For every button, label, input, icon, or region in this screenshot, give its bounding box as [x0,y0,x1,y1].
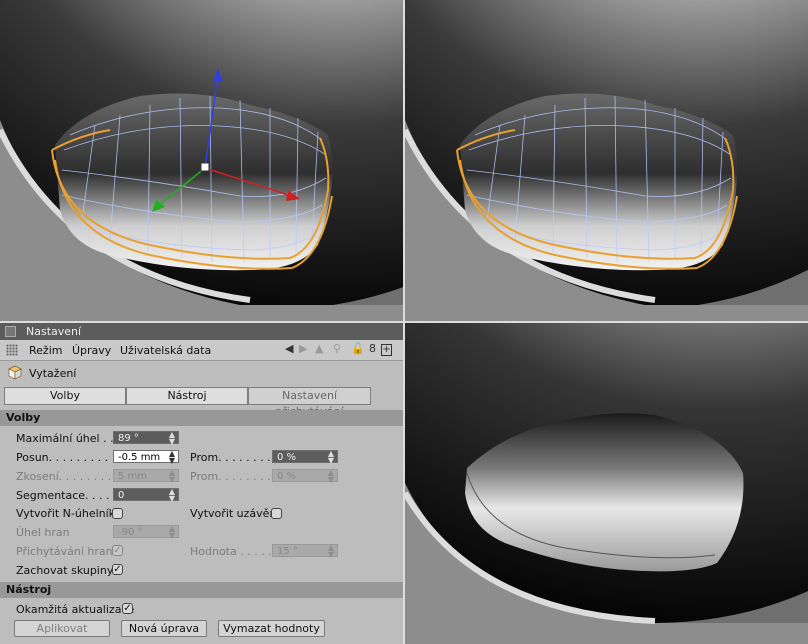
create-ngons-checkbox[interactable] [112,508,123,519]
attribute-manager-panel: Nastavení Režim Úpravy Uživatelská data … [0,323,403,644]
menu-mode[interactable]: Režim [29,344,62,357]
offset-field[interactable]: -0.5 mm ▲ ▼ [113,450,179,465]
viewport-extrude-selection[interactable] [405,0,808,321]
offset-variation-label: Prom. . . . . . . . . [190,451,278,464]
bevel-variation-value: 0 % [277,471,297,482]
snap-value-value: 15 ° [277,546,298,557]
section-tool-header[interactable]: Nástroj [0,582,403,598]
menu-user-data[interactable]: Uživatelská data [120,344,211,357]
object-header: Vytažení [0,361,403,385]
spinner-icon[interactable]: ▲ ▼ [169,450,175,465]
tab-bar: Volby Nástroj Nastavení přichytávání [4,387,371,418]
offset-label: Posun. . . . . . . . . [16,451,109,464]
bevel-value: 5 mm [118,471,148,482]
max-angle-field[interactable]: 89 ° ▲ ▼ [113,431,179,446]
spinner-icon[interactable]: ▲ ▼ [328,469,334,484]
viewport-render-result[interactable] [405,323,808,644]
max-angle-value: 89 ° [118,433,139,444]
new-panel-icon[interactable]: + [381,344,392,356]
lock-icon[interactable]: 🔓 [351,342,365,355]
object-name: Vytažení [29,367,77,380]
edge-snapping-label: Přichytávání hran [16,545,113,558]
arrow-up-icon[interactable]: ▲ [315,342,323,355]
edge-angle-label: Úhel hran [16,526,70,539]
section-options-title: Volby [6,411,41,424]
panel-menubar: Režim Úpravy Uživatelská data ◀ ▶ ▲ ⚲ 🔓 … [0,340,403,361]
edge-angle-field[interactable]: -90 ° ▲ ▼ [113,525,179,540]
section-options-header[interactable]: Volby [0,410,403,426]
arrow-left-icon[interactable]: ◀ [285,342,293,355]
panel-title: Nastavení [26,325,82,338]
apply-button[interactable]: Aplikovat [14,620,110,637]
panel-titlebar: Nastavení [0,323,403,340]
link-icon[interactable]: 8 [369,342,376,355]
create-caps-label: Vytvořit uzávěry [190,507,281,520]
section-tool-title: Nástroj [6,583,52,596]
snap-value-field[interactable]: 15 ° ▲ ▼ [272,544,338,559]
grip-handle-icon[interactable] [6,344,18,356]
nav-icons: ◀ ▶ ▲ ⚲ 🔓 8 + [285,342,401,358]
max-angle-label: Maximální úhel . . [16,432,114,445]
bevel-label: Zkosení. . . . . . . . [16,470,112,483]
realtime-update-checkbox[interactable]: ✓ [122,603,133,614]
offset-variation-field[interactable]: 0 % ▲ ▼ [272,450,338,465]
spinner-icon[interactable]: ▲ ▼ [169,469,175,484]
subdivision-label: Segmentace. . . . . [16,489,117,502]
menu-edit[interactable]: Úpravy [72,344,111,357]
new-transform-button[interactable]: Nová úprava [121,620,207,637]
spinner-icon[interactable]: ▲ ▼ [169,488,175,503]
create-ngons-label: Vytvořit N-úhelníky [16,507,122,520]
preserve-groups-label: Zachovat skupiny [16,564,114,577]
arrow-right-icon[interactable]: ▶ [299,342,307,355]
spinner-icon[interactable]: ▲ ▼ [328,544,334,559]
preserve-groups-checkbox[interactable]: ✓ [112,564,123,575]
viewport-extrude-gizmo[interactable] [0,0,403,321]
spinner-icon[interactable]: ▲ ▼ [169,525,175,540]
subdivision-value: 0 [118,490,125,501]
edge-snapping-checkbox[interactable]: ✓ [112,545,123,556]
extrude-cube-icon [8,365,22,380]
offset-value: -0.5 mm [118,452,161,463]
spinner-icon[interactable]: ▲ ▼ [328,450,334,465]
panel-window-icon[interactable] [5,326,16,337]
tab-snap-settings[interactable]: Nastavení přichytávání [248,387,371,418]
snap-value-label: Hodnota . . . . . . [190,545,279,558]
edge-angle-value: -90 ° [118,527,143,538]
bevel-field[interactable]: 5 mm ▲ ▼ [113,469,179,484]
subdivision-field[interactable]: 0 ▲ ▼ [113,488,179,503]
bevel-variation-label: Prom. . . . . . . . . [190,470,278,483]
tab-options[interactable]: Volby [4,387,126,405]
tab-tool[interactable]: Nástroj [126,387,248,405]
search-icon[interactable]: ⚲ [333,342,341,355]
bevel-variation-field[interactable]: 0 % ▲ ▼ [272,469,338,484]
spinner-icon[interactable]: ▲ ▼ [169,431,175,446]
offset-variation-value: 0 % [277,452,297,463]
realtime-update-label: Okamžitá aktualizace [16,603,135,616]
create-caps-checkbox[interactable] [271,508,282,519]
reset-values-button[interactable]: Vymazat hodnoty [218,620,325,637]
